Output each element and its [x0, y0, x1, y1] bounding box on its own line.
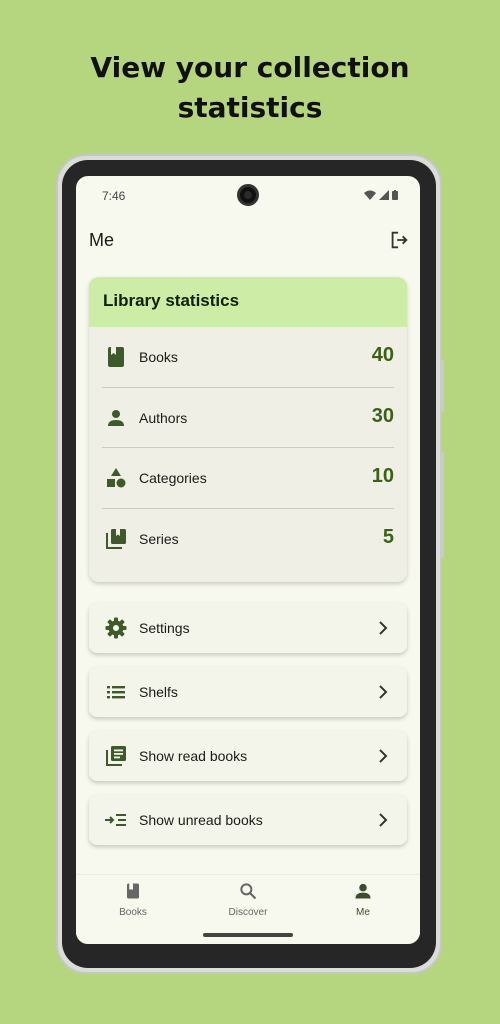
stat-label: Authors — [139, 409, 188, 426]
stat-value: 10 — [371, 465, 394, 487]
list-icon — [107, 686, 125, 699]
chevron-right-icon — [379, 749, 388, 763]
signal-icon — [379, 190, 389, 200]
bottom-navigation: Books Discover Me — [76, 874, 420, 944]
chevron-right-icon — [379, 685, 388, 699]
battery-icon — [392, 190, 398, 200]
person-icon — [108, 409, 124, 426]
search-icon — [240, 883, 257, 900]
nav-item-books[interactable]: Books — [88, 881, 178, 918]
library-statistics-card: Library statistics Books 40 Authors 30 C… — [89, 277, 407, 582]
unread-books-icon — [105, 814, 126, 826]
status-time: 7:46 — [102, 189, 126, 203]
menu-item-show-unread-books[interactable]: Show unread books — [89, 795, 407, 845]
category-icon — [107, 468, 126, 488]
front-camera — [237, 184, 259, 206]
menu-item-settings[interactable]: Settings — [89, 603, 407, 653]
book-icon — [127, 883, 139, 899]
status-icons — [364, 190, 398, 200]
promo-headline: View your collection statistics — [0, 48, 500, 128]
home-indicator[interactable] — [203, 933, 293, 937]
library-books-icon — [106, 528, 126, 549]
menu-item-show-read-books[interactable]: Show read books — [89, 731, 407, 781]
page-title: Me — [89, 230, 115, 250]
stat-label: Series — [139, 530, 179, 547]
stat-row-authors: Authors 30 — [102, 388, 394, 448]
nav-label: Me — [356, 907, 370, 918]
gear-icon — [105, 617, 127, 639]
headline-line-2: statistics — [177, 91, 323, 124]
stat-value: 30 — [371, 404, 394, 427]
headline-line-1: View your collection — [90, 51, 410, 84]
book-icon — [108, 347, 124, 367]
logout-icon[interactable] — [388, 229, 410, 251]
menu-item-label: Settings — [139, 620, 190, 636]
menu-item-label: Shelfs — [139, 684, 178, 700]
stat-label: Categories — [139, 470, 207, 486]
phone-volume-button — [440, 452, 444, 558]
nav-item-discover[interactable]: Discover — [203, 881, 293, 918]
wifi-icon — [364, 190, 376, 200]
person-icon — [355, 883, 371, 899]
chevron-right-icon — [379, 813, 388, 827]
phone-side-button — [440, 360, 444, 412]
status-bar: 7:46 — [76, 176, 420, 216]
stat-row-categories: Categories 10 — [102, 448, 394, 509]
nav-label: Books — [119, 907, 147, 918]
nav-label: Discover — [228, 907, 268, 918]
nav-item-me[interactable]: Me — [318, 881, 408, 918]
read-books-icon — [106, 746, 126, 766]
chevron-right-icon — [379, 621, 388, 635]
menu-item-shelfs[interactable]: Shelfs — [89, 667, 407, 717]
phone-screen: 7:46 Me Library statistics Books 40 Auth… — [76, 176, 420, 944]
menu-item-label: Show unread books — [139, 812, 263, 828]
stat-row-books: Books 40 — [102, 327, 394, 388]
menu-item-label: Show read books — [139, 748, 248, 764]
stat-row-series: Series 5 — [102, 509, 394, 570]
stat-value: 40 — [371, 344, 394, 366]
stat-label: Books — [139, 349, 178, 365]
stat-value: 5 — [382, 525, 394, 548]
card-title: Library statistics — [89, 277, 407, 327]
app-bar: Me — [76, 224, 420, 260]
